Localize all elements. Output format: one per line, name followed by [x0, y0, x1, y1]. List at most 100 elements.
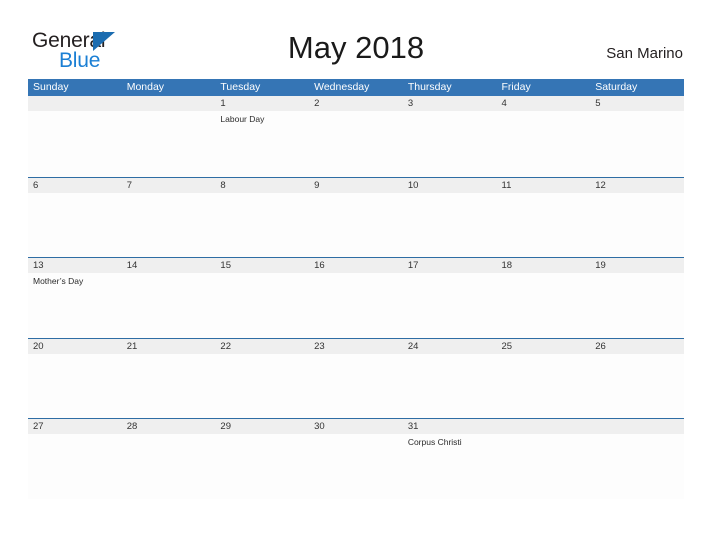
day-event	[122, 354, 216, 418]
day-event	[590, 434, 684, 498]
day-event	[122, 434, 216, 498]
day-event	[403, 111, 497, 175]
day-number[interactable]: 24	[403, 339, 497, 354]
logo-word-blue: Blue	[59, 49, 101, 72]
day-number[interactable]: 17	[403, 258, 497, 273]
day-number[interactable]: 28	[122, 419, 216, 434]
day-event: Corpus Christi	[407, 437, 462, 447]
general-blue-logo[interactable]: General Blue	[32, 30, 128, 74]
week-number-band: 20 21 22 23 24 25 26	[28, 338, 684, 354]
day-number[interactable]: 11	[497, 178, 591, 193]
day-event	[122, 193, 216, 257]
day-number[interactable]: 9	[309, 178, 403, 193]
day-number[interactable]: 20	[28, 339, 122, 354]
day-number[interactable]: 15	[215, 258, 309, 273]
day-number[interactable]: 10	[403, 178, 497, 193]
day-number[interactable]: 16	[309, 258, 403, 273]
week-number-band: 1 2 3 4 5	[28, 96, 684, 111]
day-event	[590, 273, 684, 337]
day-event	[309, 273, 403, 337]
weekday-header-monday: Monday	[126, 81, 165, 93]
day-event	[309, 193, 403, 257]
day-number[interactable]: 22	[215, 339, 309, 354]
week-event-band: Mother’s Day	[28, 273, 684, 337]
day-number[interactable]: 2	[309, 96, 403, 111]
week-event-band: Labour Day	[28, 111, 684, 175]
weekday-header-tuesday: Tuesday	[220, 81, 261, 93]
day-number[interactable]: 3	[403, 96, 497, 111]
calendar-week-row: 6 7 8 9 10 11 12	[28, 176, 684, 257]
day-event	[215, 354, 309, 418]
page-header: General Blue May 2018 San Marino	[0, 0, 712, 78]
day-event	[497, 354, 591, 418]
weekday-header-row: Sunday Monday Tuesday Wednesday Thursday…	[28, 79, 684, 96]
calendar-week-row: 13 14 15 16 17 18 19 Mother’s Day	[28, 257, 684, 338]
day-number[interactable]: 21	[122, 339, 216, 354]
day-event	[497, 434, 591, 498]
day-event	[215, 434, 309, 498]
day-number[interactable]: 19	[590, 258, 684, 273]
day-number[interactable]: 25	[497, 339, 591, 354]
day-number[interactable]: 12	[590, 178, 684, 193]
day-event	[590, 111, 684, 175]
day-number[interactable]: 4	[497, 96, 591, 111]
page-title: May 2018	[287, 30, 425, 65]
weekday-header-thursday: Thursday	[407, 81, 452, 93]
day-number[interactable]: 26	[590, 339, 684, 354]
day-number[interactable]: 31	[403, 419, 497, 434]
day-number[interactable]: 8	[215, 178, 309, 193]
week-number-band: 6 7 8 9 10 11 12	[28, 177, 684, 193]
week-event-band	[28, 193, 684, 257]
week-event-band	[28, 354, 684, 418]
day-number[interactable]	[122, 96, 216, 111]
day-number[interactable]	[497, 419, 591, 434]
calendar-week-row: 1 2 3 4 5 Labour Day	[28, 96, 684, 177]
day-number[interactable]	[590, 419, 684, 434]
day-event	[403, 273, 497, 337]
calendar-page: General Blue May 2018 San Marino Sunday …	[0, 0, 712, 550]
day-event	[497, 111, 591, 175]
day-event	[403, 354, 497, 418]
day-event	[309, 354, 403, 418]
day-event	[28, 354, 122, 418]
location-label: San Marino	[606, 45, 683, 62]
day-number[interactable]: 5	[590, 96, 684, 111]
week-number-band: 27 28 29 30 31	[28, 419, 684, 434]
day-number[interactable]: 27	[28, 419, 122, 434]
calendar-week-row: 20 21 22 23 24 25 26	[28, 337, 684, 418]
day-event	[215, 273, 309, 337]
day-event: Labour Day	[220, 114, 265, 124]
day-number[interactable]: 30	[309, 419, 403, 434]
day-number[interactable]: 23	[309, 339, 403, 354]
day-event	[215, 193, 309, 257]
day-event: Mother’s Day	[33, 276, 84, 286]
day-number[interactable]: 18	[497, 258, 591, 273]
day-number[interactable]: 14	[122, 258, 216, 273]
weekday-header-saturday: Saturday	[595, 81, 638, 93]
week-event-band: Corpus Christi	[28, 434, 684, 498]
day-event	[28, 193, 122, 257]
day-event	[309, 434, 403, 498]
day-event	[122, 273, 216, 337]
day-event	[28, 111, 122, 175]
weekday-header-wednesday: Wednesday	[314, 81, 370, 93]
calendar-grid: Sunday Monday Tuesday Wednesday Thursday…	[28, 79, 684, 499]
day-event	[309, 111, 403, 175]
day-event	[497, 273, 591, 337]
day-number[interactable]: 29	[215, 419, 309, 434]
day-number[interactable]: 6	[28, 178, 122, 193]
day-number[interactable]: 13	[28, 258, 122, 273]
day-event	[122, 111, 216, 175]
week-number-band: 13 14 15 16 17 18 19	[28, 258, 684, 273]
day-event	[403, 193, 497, 257]
day-event	[590, 193, 684, 257]
weekday-header-sunday: Sunday	[33, 81, 69, 93]
calendar-week-row: 27 28 29 30 31 Corpus Christi	[28, 418, 684, 499]
day-event	[590, 354, 684, 418]
day-event	[28, 434, 122, 498]
day-number[interactable]: 7	[122, 178, 216, 193]
weekday-header-friday: Friday	[501, 81, 531, 93]
day-number[interactable]	[28, 96, 122, 111]
day-event	[497, 193, 591, 257]
day-number[interactable]: 1	[215, 96, 309, 111]
